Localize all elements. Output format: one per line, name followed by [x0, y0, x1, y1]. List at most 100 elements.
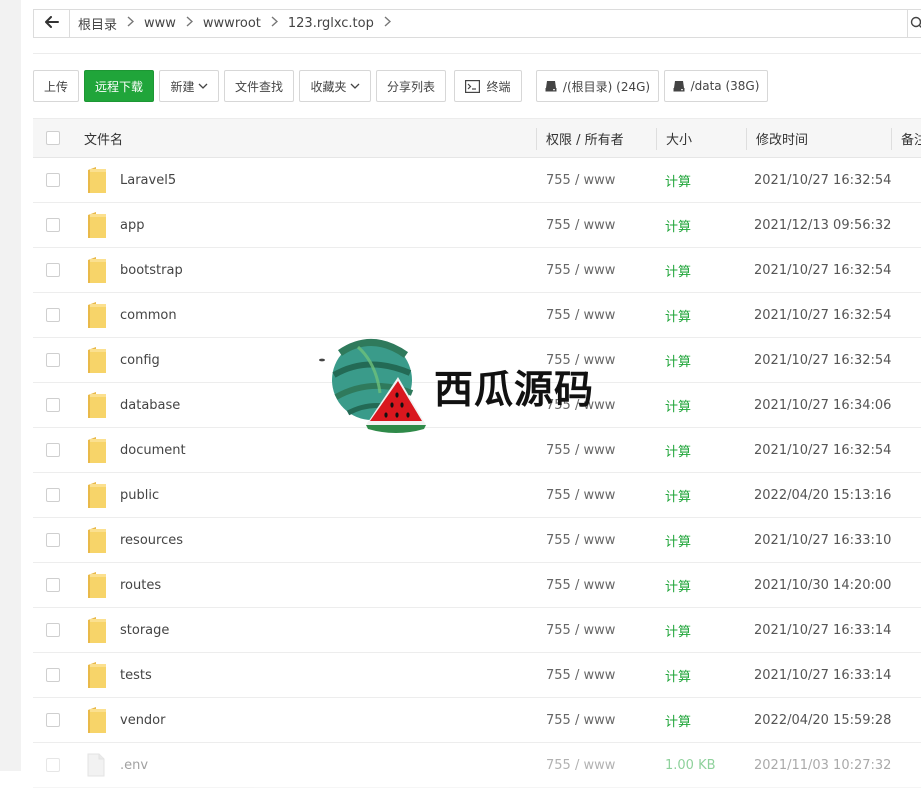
checkbox[interactable]	[46, 758, 60, 772]
checkbox[interactable]	[46, 713, 60, 727]
file-permission[interactable]: 755 / www	[546, 248, 615, 292]
table-row[interactable]: storage 755 / www 计算 2021/10/27 16:33:14	[33, 608, 921, 653]
header-size[interactable]: 大小	[666, 119, 692, 157]
disk-data-button[interactable]: /data (38G)	[664, 70, 768, 102]
row-checkbox[interactable]	[46, 473, 60, 517]
header-perm[interactable]: 权限 / 所有者	[546, 119, 624, 157]
checkbox[interactable]	[46, 308, 60, 322]
favorites-dropdown-button[interactable]: 收藏夹	[299, 70, 371, 102]
row-checkbox[interactable]	[46, 563, 60, 607]
breadcrumb-item-site[interactable]: 123.rglxc.top	[288, 16, 374, 31]
file-name[interactable]: routes	[120, 563, 161, 607]
checkbox[interactable]	[46, 488, 60, 502]
share-list-button[interactable]: 分享列表	[376, 70, 446, 102]
checkbox[interactable]	[46, 533, 60, 547]
file-permission[interactable]: 755 / www	[546, 158, 615, 202]
file-name[interactable]: app	[120, 203, 144, 247]
table-row[interactable]: vendor 755 / www 计算 2022/04/20 15:59:28	[33, 698, 921, 743]
file-name[interactable]: config	[120, 338, 160, 382]
file-name[interactable]: storage	[120, 608, 169, 652]
file-size[interactable]: 计算	[665, 518, 691, 562]
checkbox[interactable]	[46, 398, 60, 412]
file-name[interactable]: common	[120, 293, 177, 337]
checkbox[interactable]	[46, 353, 60, 367]
upload-button[interactable]: 上传	[33, 70, 79, 102]
breadcrumb-item-www[interactable]: www	[144, 16, 176, 31]
file-permission[interactable]: 755 / www	[546, 563, 615, 607]
file-name[interactable]: resources	[120, 518, 183, 562]
checkbox[interactable]	[46, 443, 60, 457]
select-all-checkbox[interactable]	[46, 119, 60, 157]
file-size[interactable]: 计算	[665, 248, 691, 292]
file-permission[interactable]: 755 / www	[546, 698, 615, 742]
checkbox[interactable]	[46, 578, 60, 592]
file-permission[interactable]: 755 / www	[546, 203, 615, 247]
file-size[interactable]: 计算	[665, 608, 691, 652]
file-size[interactable]: 计算	[665, 563, 691, 607]
file-name[interactable]: tests	[120, 653, 152, 697]
checkbox[interactable]	[46, 131, 60, 145]
breadcrumb-item-wwwroot[interactable]: wwwroot	[203, 16, 261, 31]
header-name[interactable]: 文件名	[84, 119, 123, 157]
row-checkbox[interactable]	[46, 203, 60, 247]
file-size[interactable]: 计算	[665, 158, 691, 202]
table-row[interactable]: resources 755 / www 计算 2021/10/27 16:33:10	[33, 518, 921, 563]
file-name[interactable]: Laravel5	[120, 158, 176, 202]
row-checkbox[interactable]	[46, 608, 60, 652]
row-checkbox[interactable]	[46, 698, 60, 742]
terminal-button[interactable]: 终端	[454, 70, 522, 102]
file-name[interactable]: bootstrap	[120, 248, 183, 292]
search-button[interactable]	[907, 10, 921, 37]
row-checkbox[interactable]	[46, 743, 60, 787]
new-dropdown-button[interactable]: 新建	[159, 70, 219, 102]
row-checkbox[interactable]	[46, 338, 60, 382]
row-checkbox[interactable]	[46, 383, 60, 427]
file-size[interactable]: 计算	[665, 293, 691, 337]
row-checkbox[interactable]	[46, 293, 60, 337]
file-permission[interactable]: 755 / www	[546, 653, 615, 697]
file-size[interactable]: 计算	[665, 653, 691, 697]
table-row[interactable]: app 755 / www 计算 2021/12/13 09:56:32	[33, 203, 921, 248]
table-row[interactable]: Laravel5 755 / www 计算 2021/10/27 16:32:54	[33, 158, 921, 203]
remote-download-button[interactable]: 远程下载	[84, 70, 154, 102]
file-size[interactable]: 计算	[665, 383, 691, 427]
file-permission[interactable]: 755 / www	[546, 743, 615, 787]
file-name[interactable]: .env	[120, 743, 148, 787]
file-name[interactable]: vendor	[120, 698, 165, 742]
checkbox[interactable]	[46, 173, 60, 187]
header-note[interactable]: 备注	[901, 119, 921, 157]
row-checkbox[interactable]	[46, 518, 60, 562]
row-checkbox[interactable]	[46, 158, 60, 202]
file-size[interactable]: 计算	[665, 473, 691, 517]
row-checkbox[interactable]	[46, 653, 60, 697]
breadcrumb-item-root[interactable]: 根目录	[78, 14, 117, 33]
file-size[interactable]: 计算	[665, 428, 691, 472]
file-permission[interactable]: 755 / www	[546, 518, 615, 562]
checkbox[interactable]	[46, 668, 60, 682]
table-row[interactable]: common 755 / www 计算 2021/10/27 16:32:54	[33, 293, 921, 338]
file-name[interactable]: public	[120, 473, 159, 517]
table-row[interactable]: bootstrap 755 / www 计算 2021/10/27 16:32:54	[33, 248, 921, 293]
row-checkbox[interactable]	[46, 248, 60, 292]
header-mtime[interactable]: 修改时间	[756, 119, 808, 157]
file-size[interactable]: 计算	[665, 203, 691, 247]
file-search-button[interactable]: 文件查找	[224, 70, 294, 102]
file-name[interactable]: document	[120, 428, 186, 472]
file-size[interactable]: 计算	[665, 698, 691, 742]
file-size[interactable]: 计算	[665, 338, 691, 382]
checkbox[interactable]	[46, 263, 60, 277]
checkbox[interactable]	[46, 218, 60, 232]
file-permission[interactable]: 755 / www	[546, 293, 615, 337]
table-row[interactable]: routes 755 / www 计算 2021/10/30 14:20:00	[33, 563, 921, 608]
file-permission[interactable]: 755 / www	[546, 608, 615, 652]
file-name[interactable]: database	[120, 383, 180, 427]
table-row[interactable]: .env 755 / www 1.00 KB 2021/11/03 10:27:32	[33, 743, 921, 788]
checkbox[interactable]	[46, 623, 60, 637]
row-checkbox[interactable]	[46, 428, 60, 472]
table-row[interactable]: tests 755 / www 计算 2021/10/27 16:33:14	[33, 653, 921, 698]
file-permission[interactable]: 755 / www	[546, 473, 615, 517]
file-size[interactable]: 1.00 KB	[665, 743, 716, 787]
back-button[interactable]	[34, 10, 70, 37]
table-row[interactable]: public 755 / www 计算 2022/04/20 15:13:16	[33, 473, 921, 518]
disk-root-button[interactable]: /(根目录) (24G)	[536, 70, 659, 102]
